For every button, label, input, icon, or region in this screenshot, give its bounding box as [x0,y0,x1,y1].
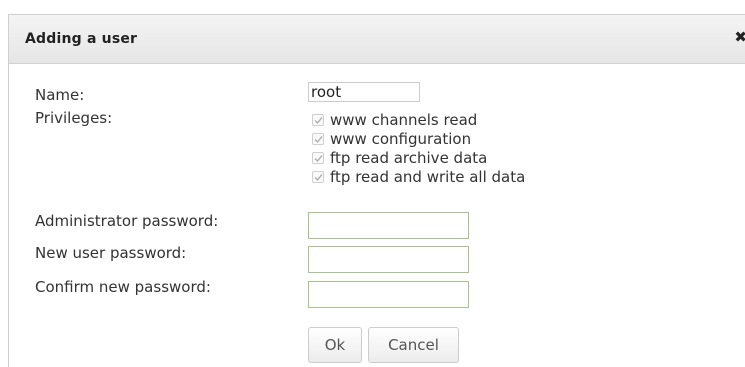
checkbox-checked-icon [312,171,324,183]
add-user-dialog: Adding a user ✖ Name: root Privileges: w… [8,14,745,367]
name-label: Name: [35,86,85,104]
new-password-field[interactable] [308,246,469,273]
close-icon[interactable]: ✖ [734,30,745,45]
dialog-title: Adding a user [25,31,138,47]
checkbox-checked-icon [312,133,324,145]
cancel-button[interactable]: Cancel [368,327,459,363]
privilege-label: ftp read archive data [330,149,488,167]
privilege-label: www channels read [330,111,478,129]
new-password-label: New user password: [35,244,187,262]
checkbox-checked-icon [312,152,324,164]
admin-password-label: Administrator password: [35,212,219,230]
ok-button[interactable]: Ok [308,327,362,363]
checkbox-checked-icon [312,114,324,126]
admin-password-field[interactable] [308,212,469,239]
privilege-label: ftp read and write all data [330,168,526,186]
privilege-label: www configuration [330,130,472,148]
dialog-titlebar[interactable]: Adding a user ✖ [9,15,745,64]
name-value: root [308,82,420,102]
confirm-password-label: Confirm new password: [35,278,211,296]
privileges-label: Privileges: [35,109,113,127]
confirm-password-field[interactable] [308,281,469,308]
